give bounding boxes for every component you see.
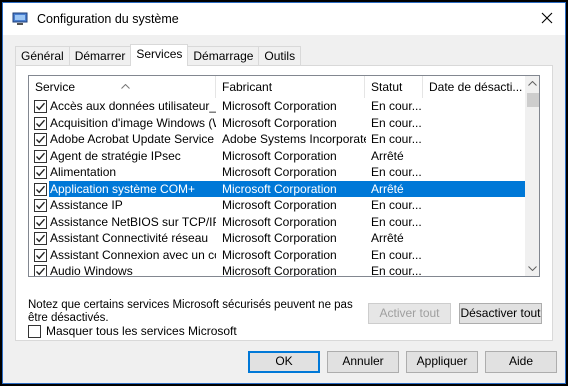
tab-general[interactable]: Général bbox=[15, 46, 70, 66]
service-name: Agent de stratégie IPsec bbox=[50, 148, 181, 163]
service-vendor: Microsoft Corporation bbox=[222, 198, 337, 212]
table-row[interactable]: Application système COM+ Microsoft Corpor… bbox=[29, 180, 525, 197]
service-vendor: Microsoft Corporation bbox=[222, 99, 337, 113]
service-checkbox[interactable] bbox=[34, 133, 47, 146]
service-vendor: Microsoft Corporation bbox=[222, 247, 337, 262]
service-checkbox[interactable] bbox=[34, 265, 47, 276]
cancel-button[interactable]: Annuler bbox=[327, 351, 399, 373]
table-row[interactable]: Audio Windows Microsoft Corporation En cou… bbox=[29, 263, 525, 277]
service-status: En cour... bbox=[371, 214, 422, 229]
services-panel: Service Fabricant Statut Date de désacti… bbox=[15, 65, 553, 341]
ok-button[interactable]: OK bbox=[248, 351, 320, 373]
service-vendor: Microsoft Corporation bbox=[222, 264, 337, 277]
service-status: En cour... bbox=[371, 264, 422, 277]
service-checkbox[interactable] bbox=[34, 199, 47, 212]
service-checkbox[interactable] bbox=[34, 166, 47, 179]
service-status: Arrêté bbox=[371, 148, 404, 163]
tab-tools[interactable]: Outils bbox=[258, 46, 302, 66]
column-label: Service bbox=[35, 80, 76, 94]
column-header-vendor[interactable]: Fabricant bbox=[216, 76, 365, 98]
table-row[interactable]: Assistance IP Microsoft Corporation En cou… bbox=[29, 197, 525, 214]
table-row[interactable]: Adobe Acrobat Update Service Adobe System… bbox=[29, 131, 525, 148]
table-row[interactable]: Assistance NetBIOS sur TCP/IP Microsoft C… bbox=[29, 214, 525, 231]
service-checkbox[interactable] bbox=[34, 116, 47, 130]
service-status: En cour... bbox=[371, 165, 422, 179]
service-checkbox[interactable] bbox=[34, 100, 47, 113]
service-status: En cour... bbox=[371, 198, 422, 212]
service-name: Adobe Acrobat Update Service bbox=[50, 132, 215, 146]
column-header-disable-date[interactable]: Date de désacti... bbox=[423, 76, 525, 98]
service-checkbox[interactable] bbox=[34, 149, 47, 163]
tab-strip: Général Démarrer Services Démarrage Outi… bbox=[15, 44, 302, 66]
service-vendor: Microsoft Corporation bbox=[222, 148, 337, 163]
apply-button[interactable]: Appliquer bbox=[406, 351, 478, 373]
service-checkbox[interactable] bbox=[34, 248, 47, 262]
column-header-service[interactable]: Service bbox=[29, 76, 216, 98]
table-row[interactable]: Assistant Connexion avec un co... Microso… bbox=[29, 247, 525, 264]
scroll-thumb[interactable] bbox=[527, 93, 539, 107]
table-row[interactable]: Agent de stratégie IPsec Microsoft Corpor… bbox=[29, 148, 525, 165]
window-title: Configuration du système bbox=[37, 12, 179, 26]
service-status: En cour... bbox=[371, 132, 422, 146]
list-header: Service Fabricant Statut Date de désacti… bbox=[29, 76, 525, 98]
scroll-up-icon[interactable] bbox=[525, 76, 539, 91]
service-name: Accès aux données utilisateur_4... bbox=[50, 99, 216, 113]
service-vendor: Microsoft Corporation bbox=[222, 231, 337, 245]
hide-ms-label: Masquer tous les services Microsoft bbox=[46, 324, 237, 338]
service-name: Audio Windows bbox=[50, 264, 133, 277]
close-icon bbox=[541, 12, 553, 27]
hide-ms-checkbox[interactable] bbox=[28, 325, 41, 338]
tab-startup[interactable]: Démarrage bbox=[187, 46, 260, 66]
service-vendor: Microsoft Corporation bbox=[222, 165, 337, 179]
system-config-window: Configuration du système Général Démarre… bbox=[2, 2, 566, 384]
column-header-status[interactable]: Statut bbox=[365, 76, 423, 98]
enable-all-button[interactable]: Activer tout bbox=[368, 303, 451, 324]
scroll-down-icon[interactable] bbox=[525, 261, 539, 276]
service-status: En cour... bbox=[371, 99, 422, 113]
disable-all-button[interactable]: Désactiver tout bbox=[459, 303, 542, 324]
service-vendor: Microsoft Corporation bbox=[222, 115, 337, 130]
service-status: Arrêté bbox=[371, 231, 404, 245]
table-row[interactable]: Alimentation Microsoft Corporation En cour… bbox=[29, 164, 525, 181]
services-list[interactable]: Service Fabricant Statut Date de désacti… bbox=[28, 75, 540, 277]
service-name: Assistant Connectivité réseau bbox=[50, 231, 209, 245]
table-row[interactable]: Assistant Connectivité réseau Microsoft C… bbox=[29, 230, 525, 247]
table-row[interactable]: Acquisition d'image Windows (WIA) Microso… bbox=[29, 115, 525, 132]
table-row[interactable]: Accès aux données utilisateur_4... Micros… bbox=[29, 98, 525, 115]
vertical-scrollbar[interactable] bbox=[525, 76, 539, 276]
service-name: Acquisition d'image Windows (WIA) bbox=[50, 115, 216, 130]
service-name: Assistance IP bbox=[50, 198, 123, 212]
title-bar: Configuration du système bbox=[3, 3, 565, 35]
service-name: Application système COM+ bbox=[50, 181, 196, 196]
service-checkbox[interactable] bbox=[34, 232, 47, 245]
service-status: Arrêté bbox=[371, 181, 404, 196]
service-checkbox[interactable] bbox=[34, 215, 47, 229]
tab-startup-mode[interactable]: Démarrer bbox=[68, 46, 132, 66]
service-status: En cour... bbox=[371, 247, 422, 262]
tab-services[interactable]: Services bbox=[130, 44, 189, 66]
service-status: En cour... bbox=[371, 115, 422, 130]
security-note: Notez que certains services Microsoft sé… bbox=[28, 299, 353, 324]
system-config-icon bbox=[12, 12, 28, 26]
service-vendor: Adobe Systems Incorporated bbox=[222, 132, 366, 146]
help-button[interactable]: Aide bbox=[485, 351, 557, 373]
service-name: Assistance NetBIOS sur TCP/IP bbox=[50, 214, 216, 229]
service-vendor: Microsoft Corporation bbox=[222, 181, 337, 196]
sort-up-icon bbox=[121, 76, 130, 96]
service-vendor: Microsoft Corporation bbox=[222, 214, 337, 229]
service-checkbox[interactable] bbox=[34, 182, 47, 196]
close-button[interactable] bbox=[533, 7, 561, 31]
service-name: Assistant Connexion avec un co... bbox=[50, 247, 216, 262]
service-name: Alimentation bbox=[50, 165, 117, 179]
